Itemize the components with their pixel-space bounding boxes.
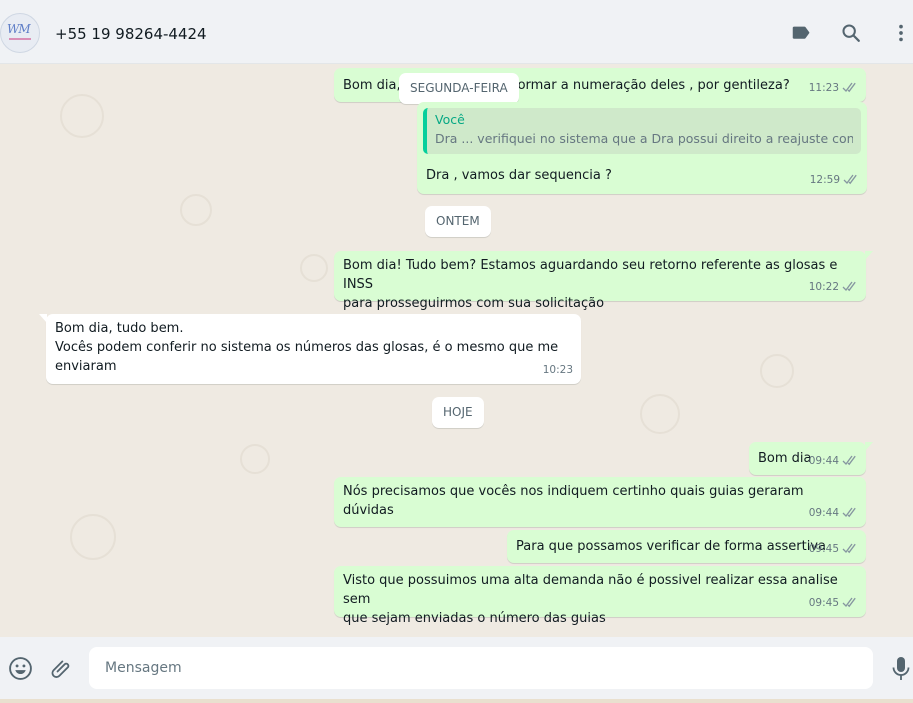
timestamp-text: 11:23 — [808, 82, 839, 94]
message-composer — [0, 637, 913, 703]
outgoing-message[interactable]: Visto que possuimos uma alta demanda não… — [334, 566, 866, 626]
background-doodle — [60, 94, 104, 138]
message-text-line: para prosseguirmos com sua solicitação — [343, 296, 605, 311]
background-doodle — [640, 394, 680, 434]
timestamp-text: 09:44 — [808, 507, 839, 519]
bubble-tail — [865, 442, 873, 451]
message-text: Para que possamos verificar de forma ass… — [516, 539, 826, 554]
message-text: Bom dia — [758, 451, 812, 466]
outgoing-message[interactable]: Bom dia 09:44 — [749, 442, 873, 475]
message-text-line: Bom dia, tudo bem. — [55, 321, 184, 336]
chat-area[interactable]: Bom dia, formar a numeração deles , por … — [0, 64, 913, 637]
timestamp-text: 12:59 — [809, 174, 840, 186]
timestamp-text: 09:44 — [808, 455, 839, 467]
message-timestamp: 10:22 — [809, 278, 858, 297]
outgoing-message-reply[interactable]: Você Dra ... verifiquei no sistema que a… — [417, 102, 867, 194]
window-bottom-border — [0, 699, 913, 703]
date-separator-ontem: ONTEM — [425, 206, 491, 237]
background-doodle — [180, 194, 212, 226]
message-text: Dra , vamos dar sequencia ? — [426, 168, 612, 183]
quote-text: Dra ... verifiquei no sistema que a Dra … — [435, 131, 853, 146]
message-timestamp: 09:45 — [809, 540, 858, 559]
read-receipt-icon — [842, 455, 856, 466]
message-timestamp: 09:44 — [809, 452, 858, 471]
timestamp-text: 09:45 — [808, 543, 839, 555]
message-text: Bom dia, — [343, 78, 401, 93]
message-text-line: Bom dia! Tudo bem? Estamos aguardando se… — [343, 258, 838, 292]
contact-avatar[interactable]: WM — [0, 13, 40, 53]
background-doodle — [300, 254, 328, 282]
outgoing-message[interactable]: Bom dia! Tudo bem? Estamos aguardando se… — [334, 251, 873, 311]
message-timestamp: 09:45 — [809, 594, 858, 613]
outgoing-message[interactable]: Para que possamos verificar de forma ass… — [507, 530, 866, 563]
avatar-logo-stripe — [9, 38, 31, 40]
avatar-logo: WM — [7, 22, 31, 36]
background-doodle — [240, 444, 270, 474]
date-separator-hoje: HOJE — [432, 397, 484, 428]
message-text-line: Nós precisamos que vocês nos indiquem ce… — [343, 484, 804, 518]
read-receipt-icon — [842, 82, 856, 93]
attach-icon[interactable] — [49, 656, 73, 680]
contact-name[interactable]: +55 19 98264-4424 — [55, 25, 207, 43]
read-receipt-icon — [842, 507, 856, 518]
bubble-tail — [39, 314, 47, 323]
message-text-continued: formar a numeração deles , por gentileza… — [513, 78, 790, 93]
message-text-line: enviaram — [55, 359, 117, 374]
microphone-icon[interactable] — [891, 656, 911, 682]
menu-icon[interactable] — [890, 22, 912, 44]
quoted-message[interactable]: Você Dra ... verifiquei no sistema que a… — [423, 108, 861, 154]
quote-author: Você — [435, 112, 465, 127]
message-timestamp: 09:44 — [809, 504, 858, 523]
bubble-tail — [865, 251, 873, 260]
timestamp-text: 10:22 — [808, 281, 839, 293]
read-receipt-icon — [842, 543, 856, 554]
message-input[interactable] — [89, 647, 873, 689]
outgoing-message[interactable]: Nós precisamos que vocês nos indiquem ce… — [334, 477, 866, 527]
message-text-line: que sejam enviadas o número das guias — [343, 611, 606, 626]
message-timestamp: 11:23 — [809, 79, 858, 98]
read-receipt-icon — [842, 281, 856, 292]
incoming-message[interactable]: Bom dia, tudo bem. Vocês podem conferir … — [39, 314, 581, 384]
label-icon[interactable] — [790, 22, 812, 44]
message-timestamp: 10:23 — [542, 364, 573, 376]
read-receipt-icon — [842, 597, 856, 608]
background-doodle — [760, 354, 794, 388]
date-separator-segunda-feira: SEGUNDA-FEIRA — [399, 73, 519, 104]
chat-header: WM +55 19 98264-4424 — [0, 0, 913, 64]
search-icon[interactable] — [840, 22, 862, 44]
message-text-line: Vocês podem conferir no sistema os númer… — [55, 340, 559, 355]
message-text-line: Visto que possuimos uma alta demanda não… — [343, 573, 838, 607]
read-receipt-icon — [843, 174, 857, 185]
timestamp-text: 09:45 — [808, 597, 839, 609]
background-doodle — [70, 514, 116, 560]
emoji-icon[interactable] — [8, 656, 33, 681]
message-timestamp: 12:59 — [810, 171, 859, 190]
